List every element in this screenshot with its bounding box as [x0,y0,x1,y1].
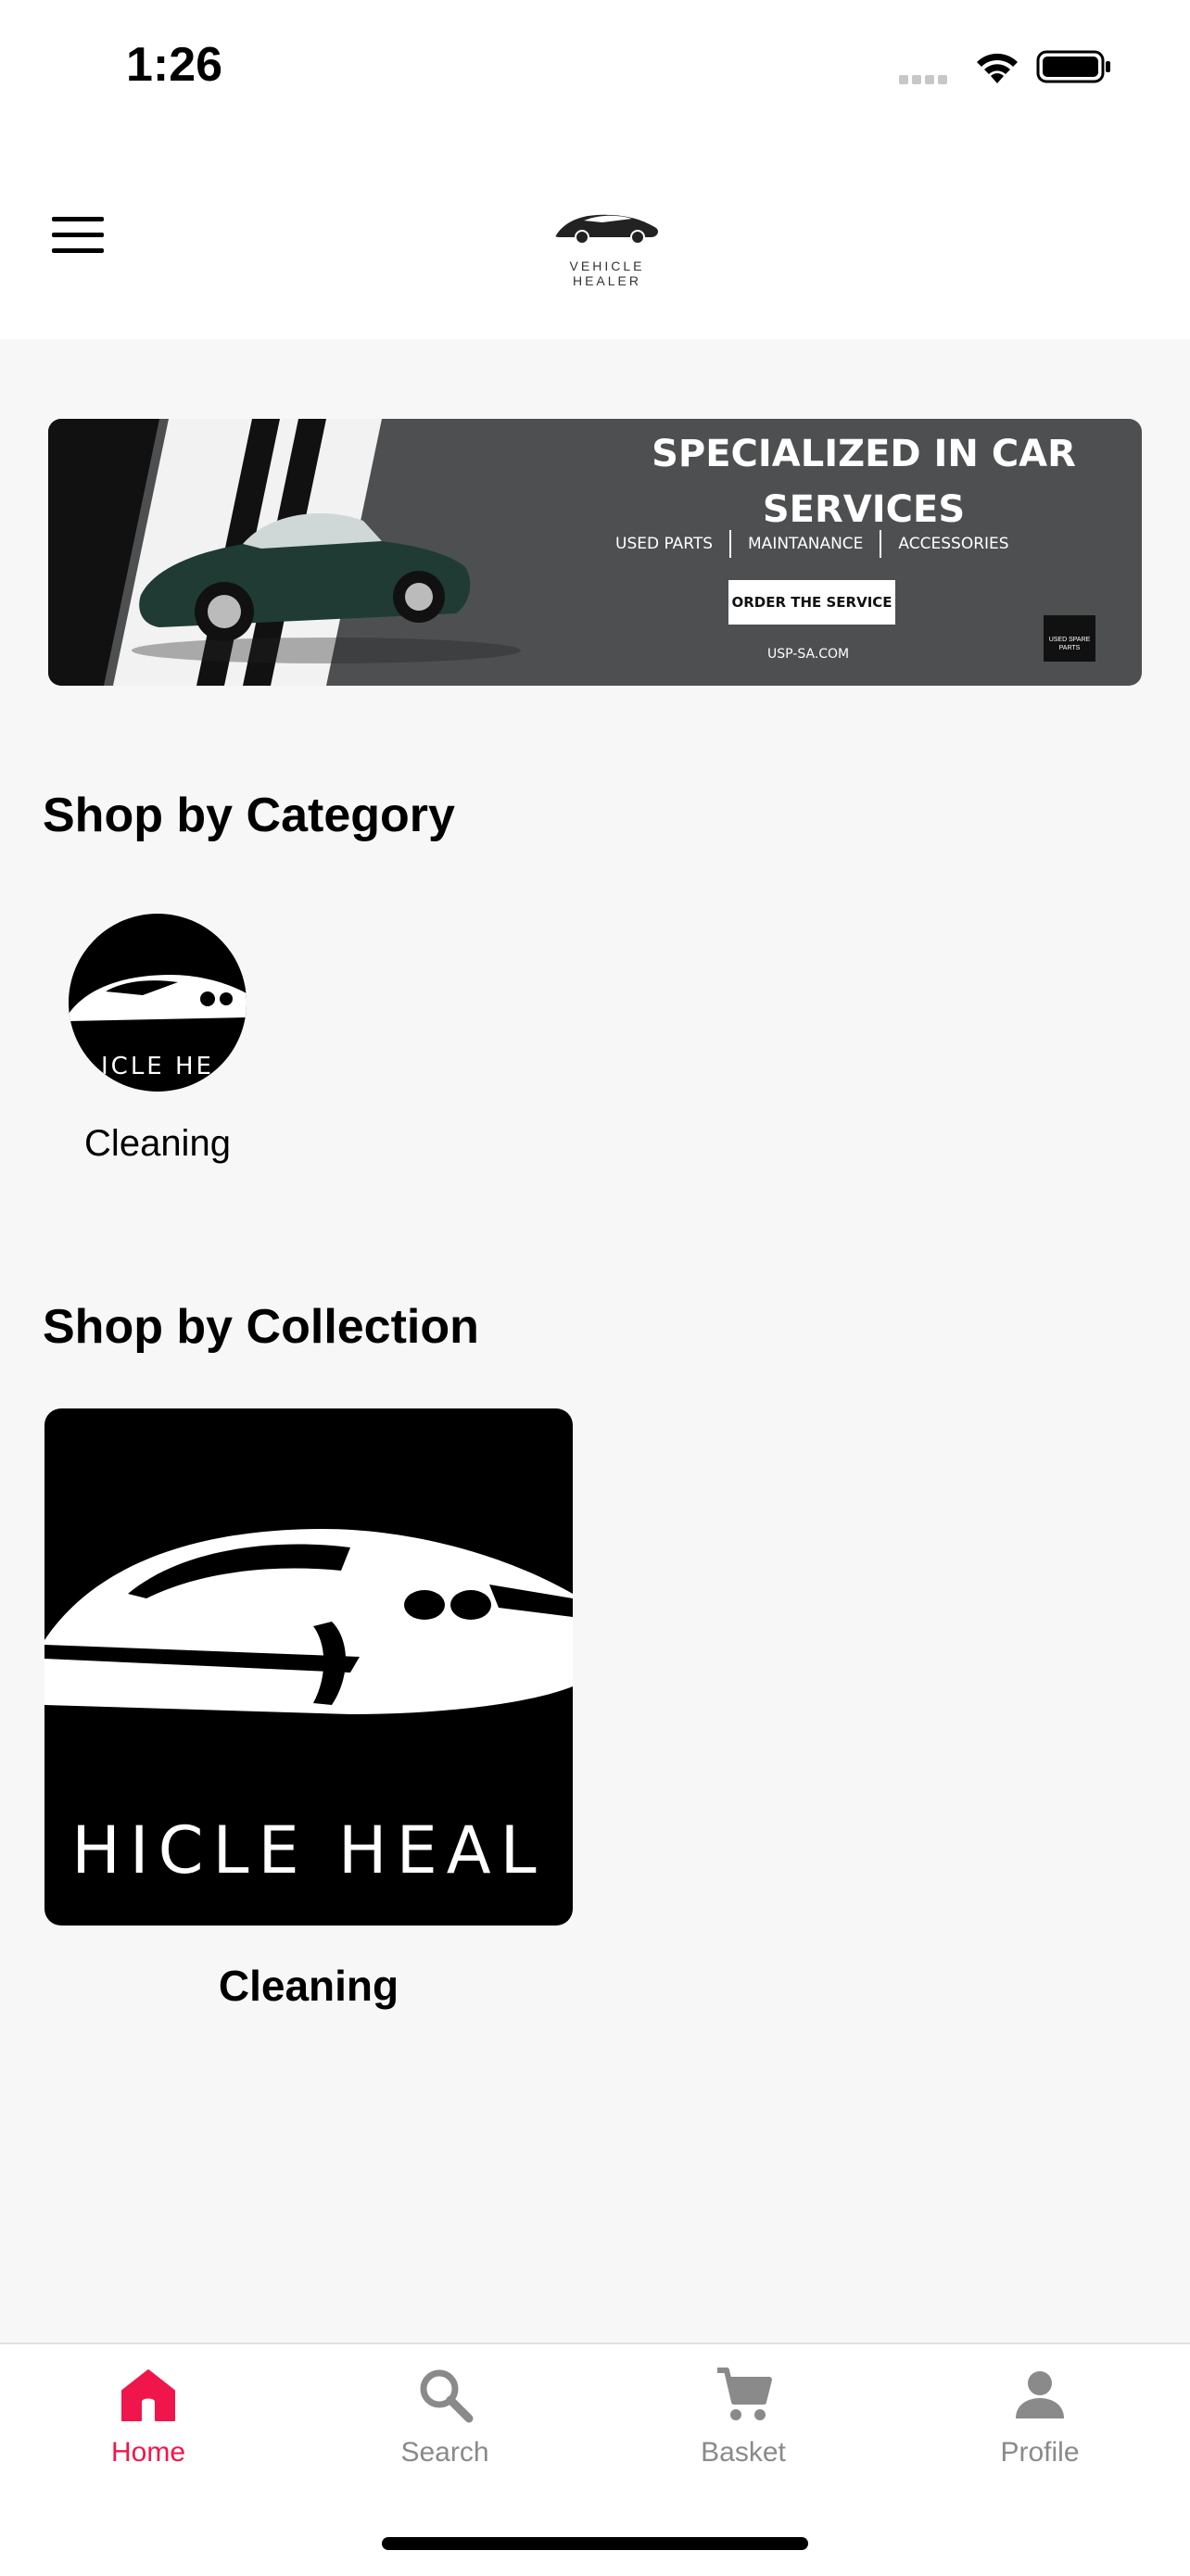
collection-item-cleaning[interactable]: HICLE HEAL Cleaning [44,1408,573,2011]
banner-url: USP-SA.COM [767,647,850,662]
nav-item-home[interactable]: Home [56,2365,241,2469]
home-indicator[interactable] [382,2537,808,2550]
wifi-icon [977,53,1018,83]
car-logo-icon [555,214,658,245]
nav-label-search: Search [400,2437,489,2468]
collection-thumb-text: HICLE HEAL [71,1812,546,1888]
cart-icon [717,2368,772,2420]
menu-icon[interactable] [52,217,104,258]
collection-label: Cleaning [218,1962,399,2010]
logo-text: VEHICLE HEALER [569,259,645,288]
nav-label-basket: Basket [701,2437,786,2468]
category-item-cleaning[interactable]: ICLE HE Cleaning [46,914,269,1165]
promo-banner[interactable]: SPECIALIZED IN CAR SERVICES USED PARTS MA… [48,419,1142,686]
order-service-button[interactable]: ORDER THE SERVICE [728,580,895,625]
banner-subtitles: USED PARTS MAINTANANCE ACCESSORIES [615,530,1116,558]
battery-icon [1036,50,1110,83]
app-header: VEHICLE HEALER [0,139,1190,339]
shop-by-collection-title: Shop by Collection [43,1300,479,1354]
shop-by-category-title: Shop by Category [43,789,455,842]
nav-label-profile: Profile [1000,2437,1080,2468]
person-icon [1016,2371,1064,2418]
home-icon [121,2369,175,2421]
nav-item-basket[interactable]: Basket [651,2365,836,2469]
category-label: Cleaning [84,1123,231,1164]
banner-badge: USED SPARE PARTS [1044,615,1095,662]
banner-subtitle-maintenance: MAINTANANCE [748,535,864,553]
category-thumb-text: ICLE HE [101,1053,214,1080]
brand-logo[interactable]: VEHICLE HEALER [538,200,677,288]
banner-subtitle-used-parts: USED PARTS [615,535,714,553]
banner-subtitle-accessories: ACCESSORIES [898,535,1009,553]
cellular-signal-icon [899,72,951,89]
nav-item-search[interactable]: Search [352,2365,538,2469]
search-icon [420,2369,474,2423]
nav-label-home: Home [110,2437,186,2468]
nav-item-profile[interactable]: Profile [947,2365,1133,2469]
banner-car-image [48,419,521,686]
status-time: 1:26 [126,38,223,92]
collection-thumbnail: HICLE HEAL [44,1408,573,1926]
status-bar: 1:26 [0,0,1190,139]
category-thumbnail: ICLE HE [69,914,247,1092]
banner-title: SPECIALIZED IN CAR SERVICES [652,433,1076,531]
